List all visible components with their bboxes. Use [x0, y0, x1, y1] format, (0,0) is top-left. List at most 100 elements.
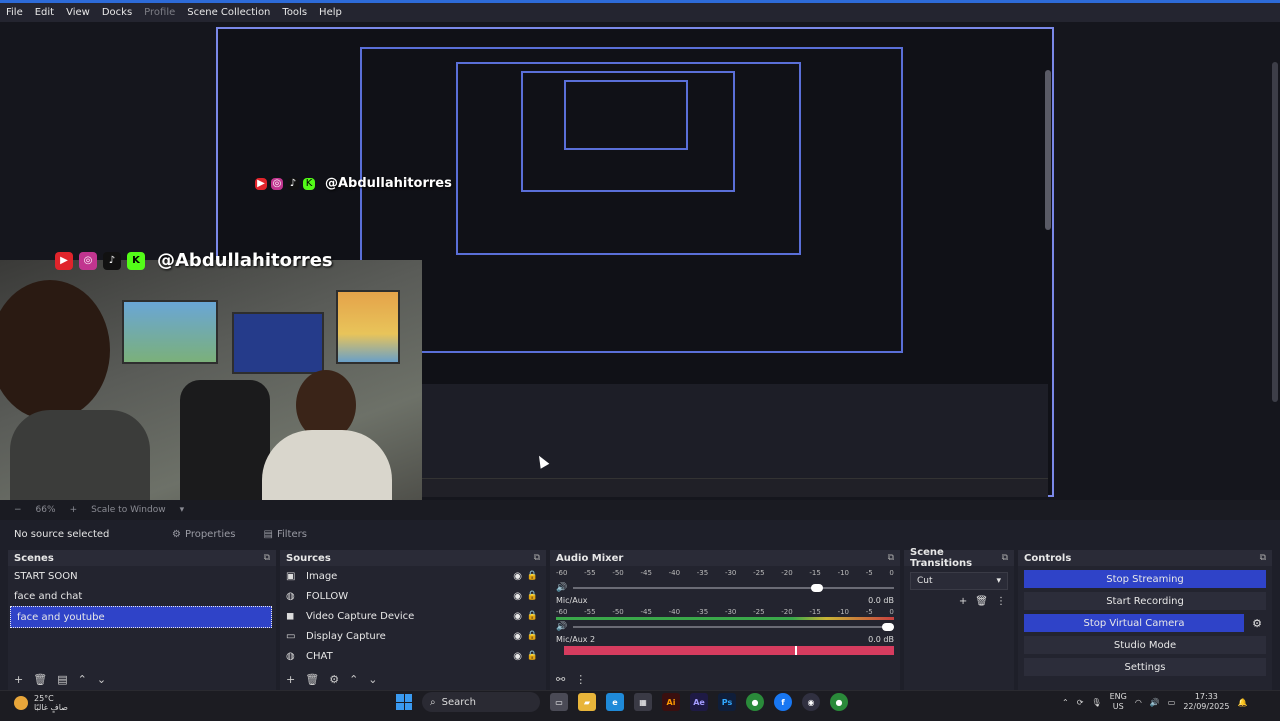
source-item-chat[interactable]: ◍ CHAT ◉ 🔒 — [280, 646, 546, 666]
speaker-icon[interactable]: 🔊 — [556, 583, 567, 593]
start-recording-button[interactable]: Start Recording — [1024, 592, 1266, 610]
scene-item-start-soon[interactable]: START SOON — [8, 566, 276, 586]
lock-icon[interactable]: 🔒 — [527, 631, 538, 641]
stop-virtual-camera-button[interactable]: Stop Virtual Camera — [1024, 614, 1244, 632]
arrow-up-icon[interactable]: ⌃ — [349, 673, 358, 686]
lock-icon[interactable]: 🔒 — [527, 651, 538, 661]
preview-scrollbar[interactable] — [1272, 62, 1278, 402]
volume-slider-mic-aux[interactable]: 🔊 — [556, 621, 894, 633]
chrome-icon[interactable]: ● — [746, 693, 764, 711]
volume-icon[interactable]: 🔊 — [1150, 698, 1160, 707]
undock-icon[interactable]: ⧉ — [888, 553, 894, 563]
speaker-icon[interactable]: 🔊 — [556, 622, 567, 632]
chevron-down-icon[interactable]: ▾ — [180, 505, 185, 515]
obs-icon[interactable]: ◉ — [802, 693, 820, 711]
eye-icon[interactable]: ◉ — [513, 651, 522, 662]
trash-icon[interactable]: 🗑 — [305, 673, 319, 686]
filter-icon[interactable]: ▤ — [57, 673, 67, 686]
photoshop-icon[interactable]: Ps — [718, 693, 736, 711]
menu-edit[interactable]: Edit — [35, 7, 54, 18]
lock-icon[interactable]: 🔒 — [527, 611, 538, 621]
more-icon[interactable]: ⋮ — [575, 673, 586, 686]
menu-help[interactable]: Help — [319, 7, 342, 18]
undock-icon[interactable]: ⧉ — [264, 553, 270, 563]
arrow-down-icon[interactable]: ⌄ — [97, 673, 106, 686]
file-explorer-icon[interactable]: ▰ — [578, 693, 596, 711]
sources-dock: Sources ⧉ ▣ Image ◉ 🔒 ◍ FOLLOW ◉ 🔒 ◼ Vid… — [280, 550, 546, 690]
properties-button[interactable]: ⚙ Properties — [162, 526, 246, 543]
add-icon[interactable]: + — [959, 596, 967, 607]
battery-icon[interactable]: ▭ — [1168, 698, 1176, 707]
stop-streaming-button[interactable]: Stop Streaming — [1024, 570, 1266, 588]
weather-widget[interactable]: 25°C صافٍ غالبًا — [14, 694, 68, 712]
more-icon[interactable]: ⋮ — [996, 596, 1006, 607]
scale-mode[interactable]: Scale to Window — [91, 505, 165, 515]
nested-scrollbar — [1045, 70, 1051, 230]
illustrator-icon[interactable]: Ai — [662, 693, 680, 711]
arrow-down-icon[interactable]: ⌄ — [368, 673, 377, 686]
notification-icon[interactable]: 🔔 — [1237, 698, 1247, 707]
undock-icon[interactable]: ⧉ — [1260, 553, 1266, 563]
source-item-display-capture[interactable]: ▭ Display Capture ◉ 🔒 — [280, 626, 546, 646]
menu-profile[interactable]: Profile — [144, 7, 175, 18]
volume-knob[interactable] — [811, 584, 824, 592]
menu-view[interactable]: View — [66, 7, 90, 18]
lock-icon[interactable]: 🔒 — [527, 591, 538, 601]
filters-button[interactable]: ▤ Filters — [254, 526, 317, 543]
menu-file[interactable]: File — [6, 7, 23, 18]
arrow-up-icon[interactable]: ⌃ — [78, 673, 87, 686]
add-icon[interactable]: + — [14, 673, 23, 686]
eye-icon[interactable]: ◉ — [513, 591, 522, 602]
wifi-icon[interactable]: ◠ — [1135, 698, 1142, 707]
lock-icon[interactable]: 🔒 — [527, 571, 538, 581]
gaming-chair — [180, 380, 270, 500]
source-label: Image — [306, 570, 338, 582]
preview-canvas[interactable]: ▶ ◎ ♪ K @Abdullahitorres ▶ ◎ ♪ K @Abdull… — [0, 22, 1280, 500]
undock-icon[interactable]: ⧉ — [534, 553, 540, 563]
display-icon: ▭ — [286, 630, 296, 642]
zoom-out-icon[interactable]: − — [14, 505, 22, 515]
gear-icon[interactable]: ⚙ — [329, 673, 339, 686]
trash-icon[interactable]: 🗑 — [33, 673, 47, 686]
source-item-video-capture[interactable]: ◼ Video Capture Device ◉ 🔒 — [280, 606, 546, 626]
eye-icon[interactable]: ◉ — [513, 631, 522, 642]
kick-icon: K — [303, 177, 315, 190]
task-view-icon[interactable]: ▭ — [550, 693, 568, 711]
menu-docks[interactable]: Docks — [102, 7, 132, 18]
mic-icon[interactable]: 🎙 — [1091, 698, 1101, 707]
link-icon[interactable]: ⚯ — [556, 673, 565, 686]
scene-item-face-and-youtube[interactable]: face and youtube — [10, 606, 272, 628]
menu-tools[interactable]: Tools — [282, 7, 307, 18]
chrome-icon[interactable]: ● — [830, 693, 848, 711]
source-item-follow[interactable]: ◍ FOLLOW ◉ 🔒 — [280, 586, 546, 606]
after-effects-icon[interactable]: Ae — [690, 693, 708, 711]
edge-icon[interactable]: e — [606, 693, 624, 711]
zoom-in-icon[interactable]: + — [70, 505, 78, 515]
taskbar-search[interactable]: ⌕ Search — [422, 692, 540, 712]
menu-scene-collection[interactable]: Scene Collection — [187, 7, 270, 18]
volume-slider-1[interactable]: 🔊 — [556, 582, 894, 594]
transition-select[interactable]: Cut ▾ — [910, 572, 1008, 590]
controls-header: Controls ⧉ — [1018, 550, 1272, 566]
source-item-image[interactable]: ▣ Image ◉ 🔒 — [280, 566, 546, 586]
studio-mode-button[interactable]: Studio Mode — [1024, 636, 1266, 654]
add-icon[interactable]: + — [286, 673, 295, 686]
chevron-up-icon[interactable]: ⌃ — [1062, 698, 1069, 707]
undock-icon[interactable]: ⧉ — [1002, 553, 1008, 563]
facebook-icon[interactable]: f — [774, 693, 792, 711]
person-left-body — [10, 410, 150, 500]
store-icon[interactable]: ▦ — [634, 693, 652, 711]
eye-icon[interactable]: ◉ — [513, 571, 522, 582]
eye-icon[interactable]: ◉ — [513, 611, 522, 622]
windows-start-icon[interactable] — [396, 694, 412, 710]
language-indicator[interactable]: ENG US — [1110, 692, 1127, 712]
gear-icon[interactable]: ⚙ — [1248, 617, 1266, 630]
clock[interactable]: 17:33 22/09/2025 — [1183, 692, 1229, 712]
scene-item-face-and-chat[interactable]: face and chat — [8, 586, 276, 606]
volume-knob[interactable] — [882, 623, 894, 631]
volume-marker[interactable] — [795, 646, 797, 655]
sync-icon[interactable]: ⟳ — [1077, 698, 1084, 707]
settings-button[interactable]: Settings — [1024, 658, 1266, 676]
trash-icon[interactable]: 🗑 — [975, 596, 988, 607]
scenes-title: Scenes — [14, 552, 54, 564]
